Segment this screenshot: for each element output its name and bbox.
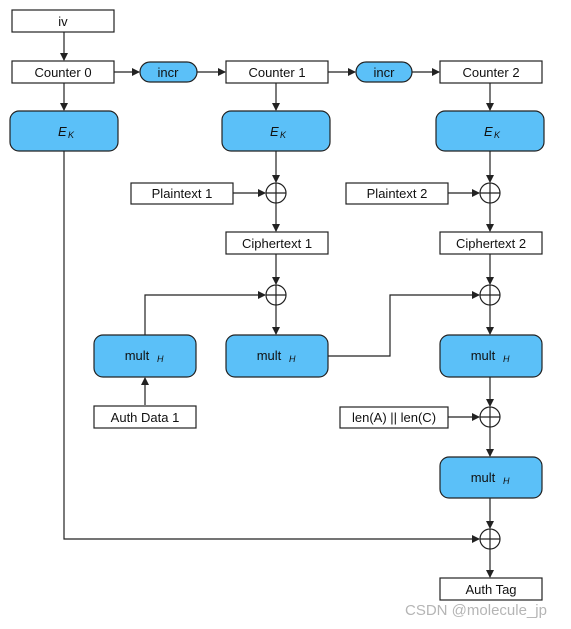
counter-0-label: Counter 0 <box>34 65 91 80</box>
auth-data-1-box: Auth Data 1 <box>93 405 197 429</box>
mult-label: mult <box>125 348 150 363</box>
counter-1-label: Counter 1 <box>248 65 305 80</box>
iv-label: iv <box>58 14 68 29</box>
incr-label: incr <box>158 65 180 80</box>
ek-0-block: EK <box>9 110 119 152</box>
incr-2-block: incr <box>355 61 413 83</box>
ek-2-block: EK <box>435 110 545 152</box>
plaintext-2-label: Plaintext 2 <box>367 186 428 201</box>
counter-0-box: Counter 0 <box>11 60 115 84</box>
ek-label: E <box>58 124 67 139</box>
mult-subscript: H <box>503 354 510 364</box>
auth-data-1-label: Auth Data 1 <box>111 410 180 425</box>
xor-icon <box>265 182 287 204</box>
xor-icon <box>479 182 501 204</box>
ciphertext-2-box: Ciphertext 2 <box>439 231 543 255</box>
incr-label: incr <box>374 65 396 80</box>
watermark: CSDN @molecule_jp <box>405 602 547 619</box>
ek-subscript: K <box>494 130 501 140</box>
ek-subscript: K <box>68 130 75 140</box>
ciphertext-1-label: Ciphertext 1 <box>242 236 312 251</box>
len-box: len(A) || len(C) <box>339 406 449 429</box>
xor-icon <box>479 528 501 550</box>
mult-h-1-block: mult H <box>225 334 329 378</box>
mult-h-3-block: mult H <box>439 456 543 499</box>
counter-2-label: Counter 2 <box>462 65 519 80</box>
mult-label: mult <box>471 470 496 485</box>
ek-label: E <box>484 124 493 139</box>
mult-h-0-block: mult H <box>93 334 197 378</box>
mult-subscript: H <box>289 354 296 364</box>
auth-tag-label: Auth Tag <box>465 582 516 597</box>
plaintext-1-box: Plaintext 1 <box>130 182 234 205</box>
iv-box: iv <box>11 9 115 33</box>
mult-label: mult <box>471 348 496 363</box>
counter-1-box: Counter 1 <box>225 60 329 84</box>
mult-label: mult <box>257 348 282 363</box>
ciphertext-1-box: Ciphertext 1 <box>225 231 329 255</box>
xor-icon <box>479 406 501 428</box>
len-label: len(A) || len(C) <box>352 410 436 425</box>
ciphertext-2-label: Ciphertext 2 <box>456 236 526 251</box>
xor-icon <box>265 284 287 306</box>
ek-subscript: K <box>280 130 287 140</box>
counter-2-box: Counter 2 <box>439 60 543 84</box>
ek-label: E <box>270 124 279 139</box>
incr-1-block: incr <box>139 61 198 83</box>
plaintext-1-label: Plaintext 1 <box>152 186 213 201</box>
plaintext-2-box: Plaintext 2 <box>345 182 449 205</box>
mult-subscript: H <box>157 354 164 364</box>
mult-subscript: H <box>503 476 510 486</box>
gcm-diagram: iv Counter 0 Counter 1 Counter 2 incr in… <box>9 9 547 619</box>
xor-icon <box>479 284 501 306</box>
mult-h-2-block: mult H <box>439 334 543 378</box>
ek-1-block: EK <box>221 110 331 152</box>
auth-tag-box: Auth Tag <box>439 577 543 601</box>
